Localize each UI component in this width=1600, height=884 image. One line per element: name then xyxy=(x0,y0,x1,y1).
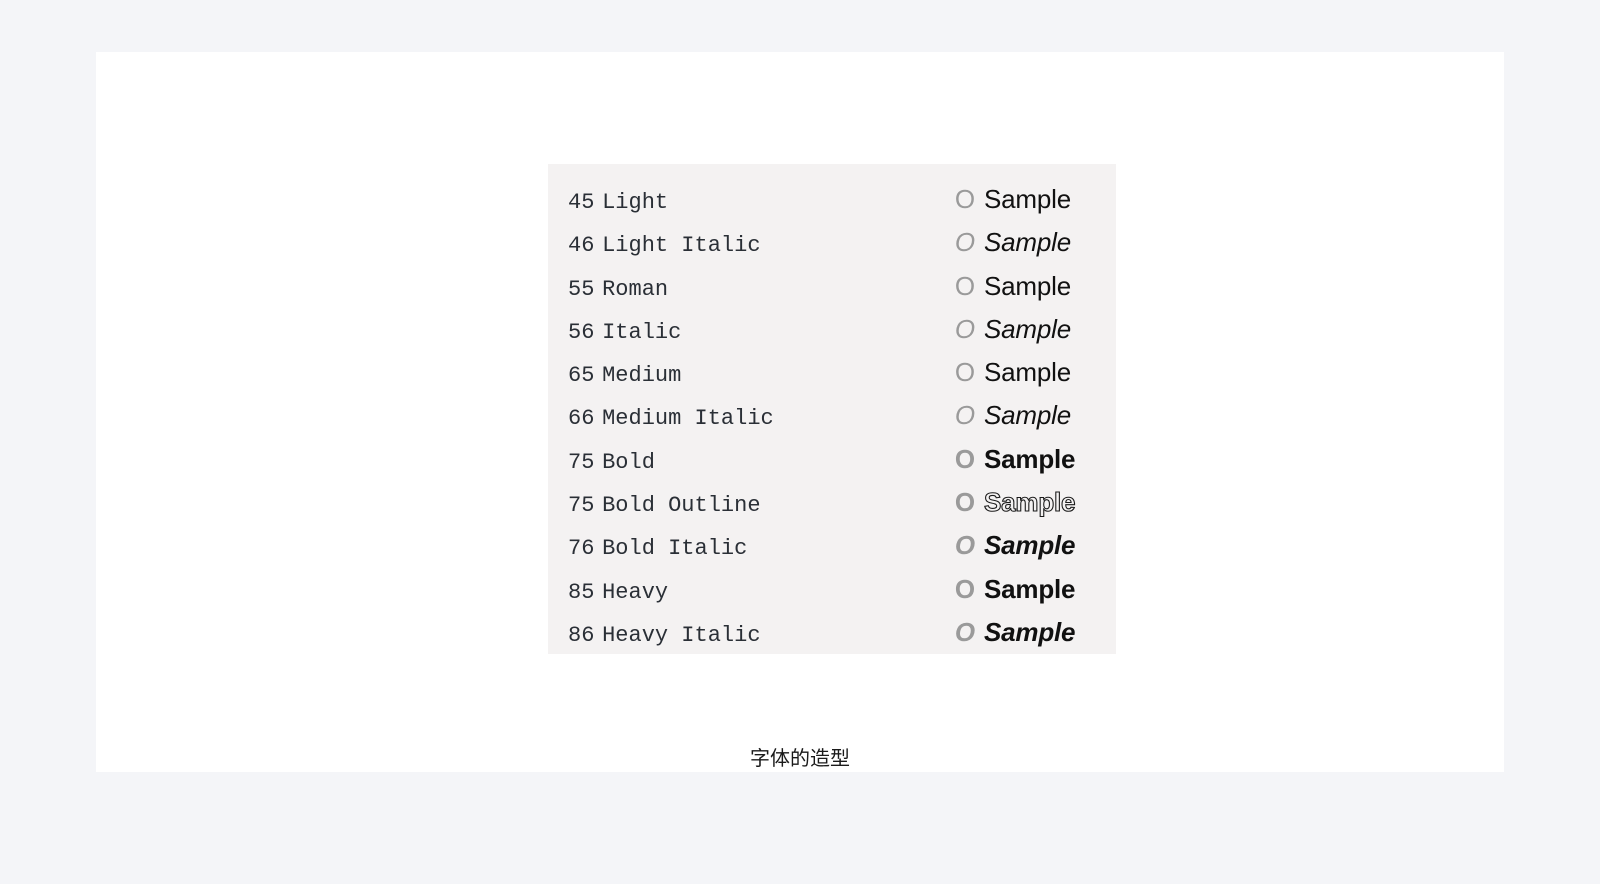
sample-text: Sample xyxy=(984,568,1075,611)
weight-name: Italic xyxy=(602,320,681,345)
weight-number: 86 xyxy=(568,623,594,648)
weight-name: Roman xyxy=(602,277,668,302)
weight-label: 55 Roman xyxy=(568,268,948,311)
sample-text: Sample xyxy=(984,438,1075,481)
weight-name: Light xyxy=(602,190,668,215)
sample-text: Sample xyxy=(984,265,1071,308)
weight-label: 56 Italic xyxy=(568,311,948,354)
o-glyph: O xyxy=(948,178,982,221)
font-weight-row: 86 Heavy Italic OSample xyxy=(568,611,1092,654)
weight-label: 75 Bold xyxy=(568,441,948,484)
o-glyph: O xyxy=(948,568,982,611)
weight-number: 66 xyxy=(568,406,594,431)
font-specimen-table: 45LightOSample46Light ItalicOSample55Rom… xyxy=(548,164,1116,654)
o-glyph: O xyxy=(948,265,982,308)
weight-name: Bold xyxy=(602,450,655,475)
figure-caption: 字体的造型 xyxy=(96,742,1504,771)
weight-number: 76 xyxy=(568,536,594,561)
weight-label: 86 Heavy Italic xyxy=(568,614,948,657)
sample-text: Sample xyxy=(984,308,1071,351)
weight-label: 85 Heavy xyxy=(568,571,948,614)
o-glyph: O xyxy=(948,351,982,394)
weight-label: 45 Light xyxy=(568,181,948,224)
weight-label: 65 Medium xyxy=(568,354,948,397)
font-weight-row: 75 Bold OSample xyxy=(568,438,1092,481)
font-weight-row: 45 Light OSample xyxy=(568,178,1092,221)
weight-name: Light Italic xyxy=(602,233,760,258)
font-weight-row: 76 Bold Italic OSample xyxy=(568,524,1092,567)
weight-number: 75 xyxy=(568,493,594,518)
font-weight-row: 65 Medium OSample xyxy=(568,351,1092,394)
o-glyph: O xyxy=(948,481,982,524)
weight-name: Heavy Italic xyxy=(602,623,760,648)
weight-name: Medium Italic xyxy=(602,406,774,431)
weight-name: Medium xyxy=(602,363,681,388)
font-weight-row: 75 Bold Outline OSample xyxy=(568,481,1092,524)
weight-number: 45 xyxy=(568,190,594,215)
sample-text: Sample xyxy=(984,351,1071,394)
weight-label: 75 Bold Outline xyxy=(568,484,948,527)
sample-text: Sample xyxy=(984,481,1075,524)
weight-label: 66 Medium Italic xyxy=(568,397,948,440)
font-weight-row: 55 Roman OSample xyxy=(568,265,1092,308)
sample-text: Sample xyxy=(984,178,1071,221)
sample-text: Sample xyxy=(984,394,1071,437)
weight-name: Heavy xyxy=(602,580,668,605)
o-glyph: O xyxy=(948,308,982,351)
sample-text: Sample xyxy=(984,221,1071,264)
o-glyph: O xyxy=(948,221,982,264)
font-weight-row: 66 Medium Italic OSample xyxy=(568,394,1092,437)
weight-number: 46 xyxy=(568,233,594,258)
font-weight-row: 85 Heavy OSample xyxy=(568,568,1092,611)
weight-number: 75 xyxy=(568,450,594,475)
o-glyph: O xyxy=(948,524,982,567)
weight-name: Bold Italic xyxy=(602,536,747,561)
o-glyph: O xyxy=(948,438,982,481)
weight-number: 55 xyxy=(568,277,594,302)
o-glyph: O xyxy=(948,611,982,654)
weight-number: 65 xyxy=(568,363,594,388)
weight-label: 76 Bold Italic xyxy=(568,527,948,570)
weight-label: 46 Light Italic xyxy=(568,224,948,267)
sample-text: Sample xyxy=(984,524,1075,567)
weight-number: 56 xyxy=(568,320,594,345)
sample-text: Sample xyxy=(984,611,1075,654)
o-glyph: O xyxy=(948,394,982,437)
weight-name: Bold Outline xyxy=(602,493,760,518)
weight-number: 85 xyxy=(568,580,594,605)
font-weight-row: 56 Italic OSample xyxy=(568,308,1092,351)
content-card: 45LightOSample46Light ItalicOSample55Rom… xyxy=(96,52,1504,772)
font-weight-row: 46 Light Italic OSample xyxy=(568,221,1092,264)
